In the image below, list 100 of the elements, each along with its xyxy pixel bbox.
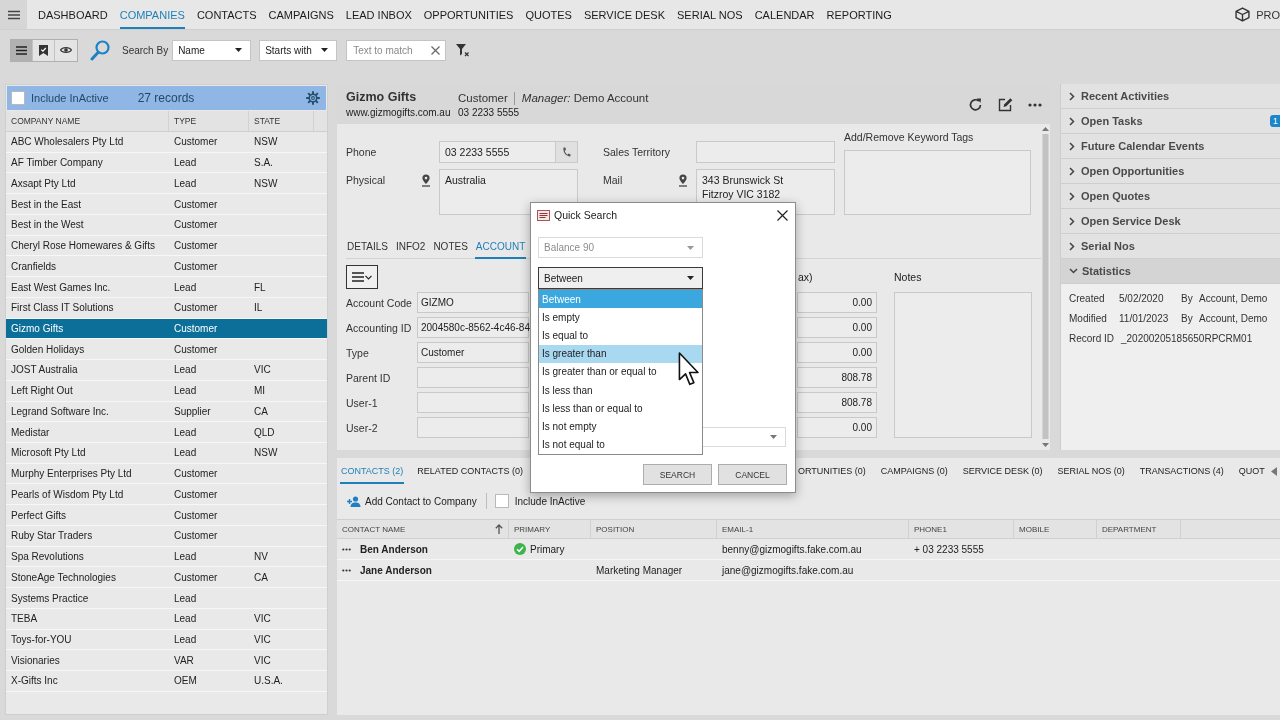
accordion-header[interactable]: Serial Nos [1061, 234, 1280, 259]
company-row[interactable]: Gizmo Gifts Customer [6, 318, 327, 340]
company-row[interactable]: Best in the West Customer [6, 214, 327, 236]
related-tab[interactable]: CAMPAIGNS (0) [879, 458, 949, 484]
phone-field[interactable]: 03 2233 5555 [439, 141, 578, 163]
amount-field[interactable]: 0.00 [797, 417, 877, 438]
company-row[interactable]: JOST Australia Lead VIC [6, 360, 327, 381]
nav-tab[interactable]: CALENDAR [754, 0, 815, 29]
input-field[interactable] [417, 392, 529, 413]
search-by-dropdown[interactable]: Name [172, 39, 252, 61]
input-field[interactable]: GIZMO [417, 292, 529, 313]
sales-territory-field[interactable] [696, 141, 835, 163]
detail-tab[interactable]: NOTES [432, 236, 469, 259]
dropdown-option[interactable]: Is empty [539, 308, 702, 327]
company-row[interactable]: Microsoft Pty Ltd Lead NSW [6, 443, 327, 464]
detail-tab[interactable]: DETAILS [346, 236, 389, 259]
accordion-header[interactable]: Open Opportunities [1061, 159, 1280, 184]
nav-tab[interactable]: COMPANIES [119, 0, 185, 29]
company-row[interactable]: Toys-for-YOU Lead VIC [6, 629, 327, 651]
scroll-left-icon[interactable] [1271, 466, 1277, 476]
column-header[interactable]: MOBILE [1019, 524, 1050, 534]
accordion-header[interactable]: Statistics [1061, 259, 1280, 284]
column-header[interactable]: STATE [249, 111, 314, 131]
company-row[interactable]: Left Right Out Lead MI [6, 380, 327, 402]
nav-tab[interactable]: CAMPAIGNS [268, 0, 334, 29]
company-row[interactable]: AF Timber Company Lead S.A. [6, 152, 327, 174]
related-tab[interactable]: ORTUNITIES (0) [797, 458, 867, 484]
company-row[interactable]: Systems Practice Lead [6, 588, 327, 609]
input-field[interactable]: 2004580c-8562-4c46-84 [417, 317, 529, 338]
more-icon[interactable] [342, 547, 351, 551]
nav-tab[interactable]: REPORTING [826, 0, 892, 29]
nav-tab[interactable]: DASHBOARD [38, 0, 108, 29]
edit-icon[interactable] [998, 97, 1013, 112]
keyword-tags-field[interactable] [844, 150, 1031, 215]
input-field[interactable] [417, 417, 529, 438]
more-icon[interactable] [1028, 102, 1042, 107]
company-row[interactable]: Cranfields Customer [6, 256, 327, 278]
input-field[interactable] [417, 367, 529, 388]
more-icon[interactable] [342, 568, 351, 572]
amount-field[interactable]: 808.78 [797, 392, 877, 413]
detail-tab[interactable]: INFO2 [394, 236, 427, 259]
company-row[interactable]: Best in the East Customer [6, 194, 327, 215]
search-icon[interactable] [90, 39, 110, 61]
accordion-header[interactable]: Recent Activities [1061, 84, 1280, 109]
checkbox[interactable] [494, 494, 509, 508]
accordion-header[interactable]: Open Tasks 1 [1061, 109, 1280, 134]
company-row[interactable]: Spa Revolutions Lead NV [6, 546, 327, 568]
dropdown-option[interactable]: Is less than [539, 380, 702, 400]
map-pin-icon[interactable] [678, 174, 688, 187]
column-header[interactable]: CONTACT NAME [342, 524, 406, 534]
view-toggle-button[interactable] [11, 39, 33, 61]
accordion-header[interactable]: Future Calendar Events [1061, 134, 1280, 159]
company-row[interactable]: Medistar Lead QLD [6, 422, 327, 443]
view-toggle-button[interactable] [55, 39, 77, 61]
company-row[interactable]: Visionaries VAR VIC [6, 650, 327, 672]
operator-dropdown[interactable]: Between [538, 267, 703, 289]
dropdown-option[interactable]: Is greater than or equal to [539, 362, 702, 381]
column-header[interactable]: PHONE1 [914, 524, 947, 534]
column-header[interactable]: DEPARTMENT [1102, 524, 1157, 534]
refresh-icon[interactable] [968, 97, 983, 112]
nav-tab[interactable]: QUOTES [525, 0, 572, 29]
view-toggle-button[interactable] [33, 39, 55, 61]
match-mode-dropdown[interactable]: Starts with [259, 39, 338, 61]
call-button[interactable] [555, 142, 577, 162]
close-icon[interactable] [777, 209, 788, 221]
input-field[interactable]: Customer [417, 342, 529, 363]
related-tab[interactable]: CONTACTS (2) [340, 458, 405, 484]
add-contact-button[interactable]: Add Contact to Company [347, 495, 477, 507]
nav-tab[interactable]: CONTACTS [196, 0, 257, 29]
checkbox[interactable] [11, 91, 25, 105]
amount-field[interactable]: 0.00 [797, 317, 877, 338]
dropdown-option[interactable]: Is greater than [539, 344, 702, 363]
amount-field[interactable]: 0.00 [797, 342, 877, 363]
company-row[interactable]: X-Gifts Inc OEM U.S.A. [6, 671, 327, 692]
settings-icon[interactable] [306, 91, 320, 105]
accordion-header[interactable]: Open Service Desk [1061, 209, 1280, 234]
company-row[interactable]: Golden Holidays Customer [6, 339, 327, 361]
dialog-button[interactable]: SEARCH [643, 464, 712, 485]
dropdown-option[interactable]: Is not empty [539, 417, 702, 436]
related-tab[interactable]: SERIAL NOS (0) [1056, 458, 1126, 484]
company-row[interactable]: Perfect Gifts Customer [6, 505, 327, 526]
nav-tab[interactable]: SERIAL NOS [677, 0, 743, 29]
column-header[interactable]: TYPE [169, 111, 249, 131]
company-row[interactable]: East West Games Inc. Lead FL [6, 277, 327, 298]
company-row[interactable]: First Class IT Solutions Customer IL [6, 297, 327, 319]
amount-field[interactable]: 808.78 [797, 367, 877, 388]
view-menu-button[interactable] [346, 265, 378, 289]
related-tab[interactable]: QUOT [1237, 458, 1266, 484]
accordion-header[interactable]: Open Quotes [1061, 184, 1280, 209]
related-tab[interactable]: RELATED CONTACTS (0) [416, 458, 525, 484]
main-menu-button[interactable] [0, 0, 27, 29]
notes-field[interactable] [894, 292, 1032, 438]
company-row[interactable]: Axsapt Pty Ltd Lead NSW [6, 173, 327, 195]
company-row[interactable]: Pearls of Wisdom Pty Ltd Customer [6, 484, 327, 506]
clear-filter-icon[interactable] [456, 43, 471, 57]
company-row[interactable]: Ruby Star Traders Customer [6, 525, 327, 547]
amount-field[interactable]: 0.00 [797, 292, 877, 313]
column-header[interactable]: COMPANY NAME [6, 111, 169, 131]
company-row[interactable]: Murphy Enterprises Pty Ltd Customer [6, 463, 327, 485]
column-header[interactable]: PRIMARY [514, 524, 551, 534]
